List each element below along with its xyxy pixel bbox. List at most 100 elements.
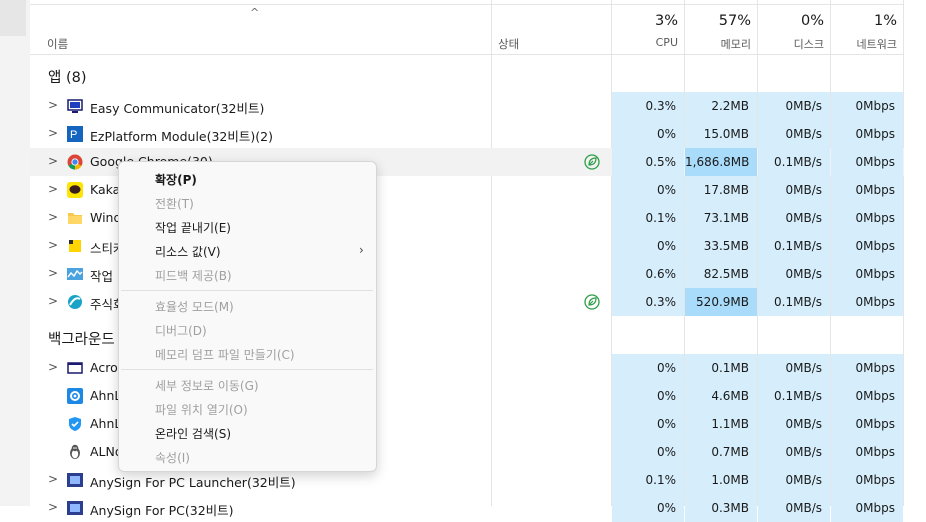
menu-item-open-file-location[interactable]: 파일 위치 열기(O) <box>155 401 248 418</box>
monitor-icon <box>67 98 83 114</box>
sort-up-icon[interactable]: ^ <box>250 6 259 19</box>
expand-chevron-icon[interactable]: > <box>48 294 58 308</box>
process-name: AhnL <box>90 388 122 403</box>
cpu-cell: 0% <box>612 176 684 204</box>
disk-cell: 0.1MB/s <box>758 148 830 176</box>
memory-cell: 4.6MB <box>685 382 757 410</box>
process-name: Easy Communicator(32비트) <box>90 101 265 116</box>
menu-item-search-online[interactable]: 온라인 검색(S) <box>155 425 231 442</box>
disk-cell: 0MB/s <box>758 438 830 466</box>
cpu-total-percent[interactable]: 3% <box>611 13 678 29</box>
disk-cell: 0MB/s <box>758 494 830 522</box>
efficiency-mode-leaf-icon <box>584 294 600 313</box>
expand-chevron-icon[interactable]: > <box>48 182 58 196</box>
cpu-cell: 0% <box>612 410 684 438</box>
column-header-network[interactable]: 네트워크 <box>830 36 897 52</box>
process-name: Kaka <box>90 182 121 197</box>
network-cell: 0Mbps <box>831 120 903 148</box>
process-row[interactable]: > P EzPlatform Module(32비트)(2) 0% 15.0MB 0MB/… <box>30 120 904 148</box>
process-name: 작업 <box>90 269 114 284</box>
cpu-cell: 0.1% <box>612 204 684 232</box>
menu-item-feedback[interactable]: 피드백 제공(B) <box>155 267 232 284</box>
network-cell: 0Mbps <box>831 176 903 204</box>
network-cell: 0Mbps <box>831 288 903 316</box>
expand-chevron-icon[interactable]: > <box>48 98 58 112</box>
disk-cell: 0MB/s <box>758 410 830 438</box>
menu-item-end-task[interactable]: 작업 끝내기(E) <box>155 219 231 236</box>
network-total-percent[interactable]: 1% <box>830 13 897 29</box>
expand-chevron-icon[interactable]: > <box>48 154 58 168</box>
disk-cell: 0.1MB/s <box>758 382 830 410</box>
sticky-notes-icon <box>67 238 83 254</box>
column-header-disk[interactable]: 디스크 <box>757 36 824 52</box>
header-top-border <box>30 4 904 5</box>
memory-cell: 0.1MB <box>685 354 757 382</box>
column-header-status[interactable]: 상태 <box>498 36 519 52</box>
menu-item-switch[interactable]: 전환(T) <box>155 195 194 212</box>
task-manager-icon <box>67 266 83 282</box>
cpu-cell: 0.3% <box>612 92 684 120</box>
menu-item-go-to-details[interactable]: 세부 정보로 이동(G) <box>155 377 259 394</box>
memory-cell: 0.3MB <box>685 494 757 522</box>
disk-total-percent[interactable]: 0% <box>757 13 824 29</box>
memory-cell: 1,686.8MB <box>685 148 757 176</box>
penguin-icon <box>67 444 83 460</box>
submenu-chevron-icon: › <box>359 243 364 257</box>
memory-cell: 1.1MB <box>685 410 757 438</box>
network-cell: 0Mbps <box>831 204 903 232</box>
nav-selected-item[interactable] <box>0 0 26 36</box>
network-cell: 0Mbps <box>831 92 903 120</box>
context-menu: 확장(P) 전환(T) 작업 끝내기(E) 리소스 값(V) › 피드백 제공(… <box>118 161 377 472</box>
memory-cell: 82.5MB <box>685 260 757 288</box>
expand-chevron-icon[interactable]: > <box>48 472 58 486</box>
memory-cell: 520.9MB <box>685 288 757 316</box>
disk-cell: 0MB/s <box>758 120 830 148</box>
menu-item-expand[interactable]: 확장(P) <box>155 171 197 188</box>
chrome-icon <box>67 154 83 170</box>
efficiency-mode-leaf-icon <box>584 154 600 173</box>
cpu-cell: 0% <box>612 120 684 148</box>
menu-separator <box>121 369 373 370</box>
memory-cell: 17.8MB <box>685 176 757 204</box>
anysign-icon <box>67 500 83 516</box>
gear-icon <box>67 388 83 404</box>
memory-cell: 33.5MB <box>685 232 757 260</box>
network-cell: 0Mbps <box>831 354 903 382</box>
expand-chevron-icon[interactable]: > <box>48 126 58 140</box>
menu-item-properties[interactable]: 속성(I) <box>155 449 190 466</box>
expand-chevron-icon[interactable]: > <box>48 500 58 514</box>
process-name: Wind <box>90 210 122 225</box>
column-header-memory[interactable]: 메모리 <box>684 36 751 52</box>
expand-chevron-icon[interactable]: > <box>48 360 58 374</box>
expand-chevron-icon[interactable]: > <box>48 238 58 252</box>
cpu-cell: 0% <box>612 354 684 382</box>
memory-cell: 1.0MB <box>685 466 757 494</box>
memory-total-percent[interactable]: 57% <box>684 13 751 29</box>
network-cell: 0Mbps <box>831 466 903 494</box>
network-cell: 0Mbps <box>831 232 903 260</box>
expand-chevron-icon[interactable]: > <box>48 210 58 224</box>
window-icon <box>67 360 83 376</box>
cpu-cell: 0% <box>612 438 684 466</box>
menu-item-memory-dump[interactable]: 메모리 덤프 파일 만들기(C) <box>155 346 295 363</box>
process-row[interactable]: > Easy Communicator(32비트) 0.3% 2.2MB 0MB/s 0M… <box>30 92 904 120</box>
svg-text:P: P <box>70 129 77 141</box>
menu-item-debug[interactable]: 디버그(D) <box>155 322 207 339</box>
process-name: AnySign For PC(32비트) <box>90 503 234 518</box>
disk-cell: 0MB/s <box>758 92 830 120</box>
menu-item-efficiency-mode[interactable]: 효율성 모드(M) <box>155 298 234 315</box>
disk-cell: 0MB/s <box>758 176 830 204</box>
kakaotalk-icon <box>67 182 83 198</box>
disk-cell: 0MB/s <box>758 260 830 288</box>
column-header-name[interactable]: 이름 <box>47 36 68 52</box>
anysign-icon <box>67 472 83 488</box>
network-cell: 0Mbps <box>831 438 903 466</box>
column-header-cpu[interactable]: CPU <box>611 36 678 49</box>
ezplatform-icon: P <box>67 126 83 142</box>
memory-cell: 73.1MB <box>685 204 757 232</box>
shield-icon <box>67 416 83 432</box>
menu-item-resource-values[interactable]: 리소스 값(V) <box>155 243 221 260</box>
process-row[interactable]: > AnySign For PC(32비트) 0% 0.3MB 0MB/s 0Mbps <box>30 494 904 522</box>
expand-chevron-icon[interactable]: > <box>48 266 58 280</box>
cpu-cell: 0% <box>612 382 684 410</box>
